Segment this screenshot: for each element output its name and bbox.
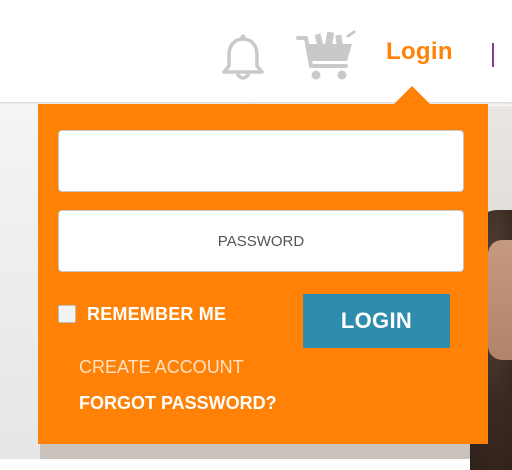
site-header: Login: [0, 0, 512, 104]
create-account-link[interactable]: CREATE ACCOUNT: [79, 357, 244, 378]
username-input[interactable]: [59, 131, 463, 191]
bell-icon[interactable]: [218, 33, 268, 83]
login-dropdown: REMEMBER ME LOGIN CREATE ACCOUNT FORGOT …: [38, 104, 488, 444]
remember-me-group[interactable]: REMEMBER ME: [58, 302, 226, 326]
dropdown-caret: [394, 86, 430, 104]
nav-divider: [492, 43, 494, 67]
shopping-cart-icon[interactable]: [296, 30, 358, 84]
remember-me-label[interactable]: REMEMBER ME: [87, 304, 226, 325]
remember-me-checkbox[interactable]: [58, 305, 76, 323]
hero-person-face: [488, 240, 512, 360]
login-link[interactable]: Login: [386, 38, 453, 66]
login-submit-button[interactable]: LOGIN: [303, 294, 450, 348]
password-input[interactable]: [59, 211, 463, 271]
password-field-wrapper: [58, 210, 464, 272]
hero-left-strip: [0, 106, 40, 459]
forgot-password-link[interactable]: FORGOT PASSWORD?: [79, 393, 277, 414]
username-field-wrapper: [58, 130, 464, 192]
